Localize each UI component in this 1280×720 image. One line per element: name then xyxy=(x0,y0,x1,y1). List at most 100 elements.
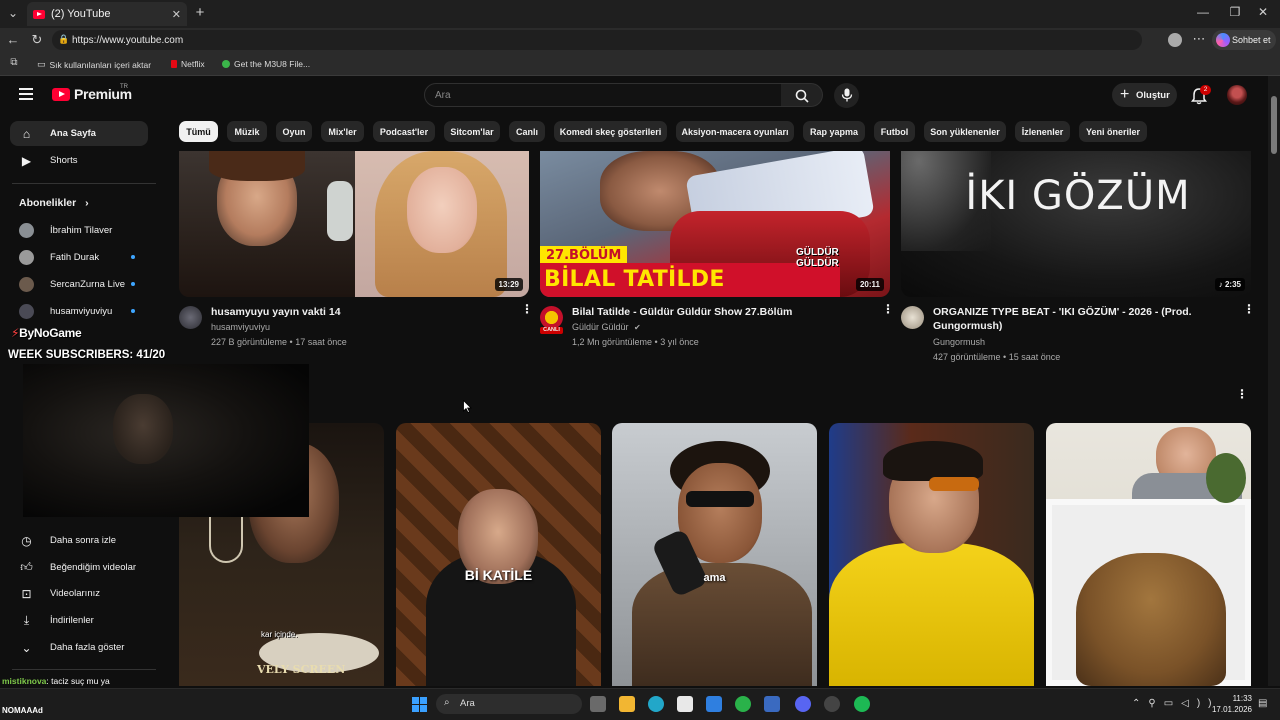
close-tab-icon[interactable]: ✕ xyxy=(172,8,181,21)
discord-icon[interactable] xyxy=(795,696,811,712)
tab-actions-icon[interactable]: ⧉ xyxy=(8,57,20,68)
youtube-premium-logo[interactable]: Premium TR xyxy=(52,84,132,102)
new-tab-icon[interactable]: + xyxy=(193,4,207,21)
chip-music[interactable]: Müzik xyxy=(227,121,267,142)
more-menu-icon[interactable]: ⋯ xyxy=(1192,31,1206,47)
home-icon: ⌂ xyxy=(22,126,31,141)
account-avatar[interactable] xyxy=(1227,85,1247,105)
channel-avatar[interactable] xyxy=(540,306,563,329)
chip-live[interactable]: Canlı xyxy=(509,121,545,142)
taskbar-search-label: Ara xyxy=(460,698,475,709)
mail-icon[interactable] xyxy=(706,696,722,712)
close-window-icon[interactable]: ✕ xyxy=(1256,5,1270,19)
shorts-thumbnail[interactable] xyxy=(829,423,1034,686)
copilot-chat-button[interactable]: Sohbet et xyxy=(1212,30,1276,50)
video-thumbnail[interactable]: İKI GÖZÜM ♪ 2:35 xyxy=(901,151,1251,297)
video-title[interactable]: husamyuyu yayın vakti 14 xyxy=(211,305,501,319)
bookmark-import[interactable]: ▭ Sık kullanılanları içeri aktar xyxy=(37,59,151,70)
shorts-thumbnail[interactable] xyxy=(1046,423,1251,686)
sidebar-item-downloads[interactable]: ⤓ İndirilenler xyxy=(10,608,148,633)
shorts-thumbnail[interactable]: ama xyxy=(612,423,817,686)
shorts-thumbnail[interactable]: Bİ KATİLE xyxy=(396,423,601,686)
verified-icon: ✔ xyxy=(634,323,641,332)
sidebar-sub-sercan[interactable]: SercanZurna Live xyxy=(10,272,148,296)
sidebar-divider xyxy=(12,183,156,184)
lock-icon: 🔒 xyxy=(58,34,70,44)
file-explorer-icon[interactable] xyxy=(619,696,635,712)
subscriptions-header[interactable]: Abonelikler › xyxy=(19,197,89,209)
more-options-icon[interactable]: ⋮ xyxy=(521,303,533,315)
video-channel[interactable]: Gungormush xyxy=(933,335,985,350)
taskbar-clock[interactable]: 11:33 17.01.2026 xyxy=(1210,693,1252,715)
obs-icon[interactable] xyxy=(824,696,840,712)
page-scrollbar[interactable] xyxy=(1268,76,1280,686)
folder-icon: ▭ xyxy=(37,59,46,69)
chip-action-adventure[interactable]: Aksiyon-macera oyunları xyxy=(676,121,794,142)
chip-sitcoms[interactable]: Sitcom'lar xyxy=(444,121,500,142)
chip-rap[interactable]: Rap yapma xyxy=(803,121,865,142)
back-icon[interactable]: ← xyxy=(6,32,20,47)
sidebar-item-watch-later[interactable]: ◷ Daha sonra izle xyxy=(10,528,148,553)
search-button[interactable] xyxy=(781,83,823,107)
minimize-icon[interactable]: — xyxy=(1196,5,1210,19)
edge-browser-icon[interactable] xyxy=(648,696,664,712)
video-icon: ⊡ xyxy=(21,586,32,601)
maximize-icon[interactable]: ❐ xyxy=(1228,5,1242,19)
channel-avatar[interactable] xyxy=(179,306,202,329)
browser-tab-youtube[interactable]: (2) YouTube ✕ xyxy=(27,2,187,26)
sidebar-item-label: Shorts xyxy=(50,155,78,166)
video-channel[interactable]: Güldür Güldür ✔ xyxy=(572,320,641,335)
chip-podcasts[interactable]: Podcast'ler xyxy=(373,121,435,142)
sidebar-item-home[interactable]: ⌂ Ana Sayfa xyxy=(10,121,148,146)
video-thumbnail[interactable]: 13:29 xyxy=(179,151,529,297)
app-icon[interactable] xyxy=(764,696,780,712)
bookmark-m3u8[interactable]: Get the M3U8 File... xyxy=(222,59,310,69)
video-title[interactable]: Bilal Tatilde - Güldür Güldür Show 27.Bö… xyxy=(572,305,872,319)
hamburger-menu-icon[interactable] xyxy=(19,88,33,100)
refresh-icon[interactable]: ↻ xyxy=(30,32,44,48)
create-button[interactable]: + Oluştur xyxy=(1112,83,1177,107)
chip-recently-uploaded[interactable]: Son yüklenenler xyxy=(924,121,1006,142)
sidebar-item-label: Videolarınız xyxy=(50,588,100,599)
chip-comedy-sketch[interactable]: Komedi skeç gösterileri xyxy=(554,121,667,142)
sidebar-sub-ibrahim[interactable]: İbrahim Tilaver xyxy=(10,218,148,242)
url-field[interactable]: 🔒 https://www.youtube.com xyxy=(52,30,1142,50)
sidebar-item-show-more[interactable]: ⌄ Daha fazla göster xyxy=(10,635,148,660)
chip-gaming[interactable]: Oyun xyxy=(276,121,312,142)
profile-icon[interactable] xyxy=(1168,33,1182,47)
more-options-icon[interactable]: ⋮ xyxy=(882,303,894,315)
whatsapp-icon[interactable] xyxy=(735,696,751,712)
channel-avatar[interactable] xyxy=(901,306,924,329)
sidebar-sub-husam[interactable]: husamviyuviyu xyxy=(10,299,148,323)
windows-start-icon[interactable] xyxy=(412,697,427,712)
video-thumbnail[interactable]: 27.BÖLÜM BİLAL TATİLDE GÜLDÜR GÜLDÜR 20:… xyxy=(540,151,890,297)
sidebar-sub-fatih[interactable]: Fatih Durak xyxy=(10,245,148,269)
chip-new-to-you[interactable]: Yeni öneriler xyxy=(1079,121,1147,142)
task-view-icon[interactable] xyxy=(590,696,606,712)
more-options-icon[interactable]: ⋮ xyxy=(1243,303,1255,315)
shorts-shelf-options-icon[interactable]: ⋮ xyxy=(1236,388,1248,400)
chat-button-label: Sohbet et xyxy=(1232,35,1271,45)
chip-football[interactable]: Futbol xyxy=(874,121,915,142)
video-channel[interactable]: husamviyuviyu xyxy=(211,320,270,335)
chip-all[interactable]: Tümü xyxy=(179,121,218,142)
taskbar-search[interactable]: ⌕ Ara xyxy=(436,694,582,714)
sidebar-item-liked[interactable]: 👍︎ Beğendiğim videolar xyxy=(10,555,148,580)
notification-center-icon[interactable]: ▤ xyxy=(1258,698,1267,709)
tray-icons[interactable]: ⌃⚲▭◁)) xyxy=(1132,698,1220,709)
sidebar-item-your-videos[interactable]: ⊡ Videolarınız xyxy=(10,581,148,606)
chip-mixes[interactable]: Mix'ler xyxy=(321,121,364,142)
store-icon[interactable] xyxy=(677,696,693,712)
clock-date: 17.01.2026 xyxy=(1211,705,1252,714)
chip-watched[interactable]: İzlenenler xyxy=(1015,121,1070,142)
download-icon: ⤓ xyxy=(23,613,30,627)
tab-list-icon[interactable]: ⌄ xyxy=(6,6,20,20)
video-title[interactable]: ORGANIZE TYPE BEAT - 'IKI GÖZÜM' - 2026 … xyxy=(933,305,1233,333)
search-input[interactable]: Ara xyxy=(424,83,782,107)
bookmark-netflix[interactable]: Netflix xyxy=(171,59,205,69)
spotify-icon[interactable] xyxy=(854,696,870,712)
sidebar-item-shorts[interactable]: ▶ Shorts xyxy=(10,148,148,173)
duration-badge: 20:11 xyxy=(855,278,884,291)
scrollbar-thumb[interactable] xyxy=(1271,96,1277,154)
voice-search-button[interactable] xyxy=(834,83,859,108)
